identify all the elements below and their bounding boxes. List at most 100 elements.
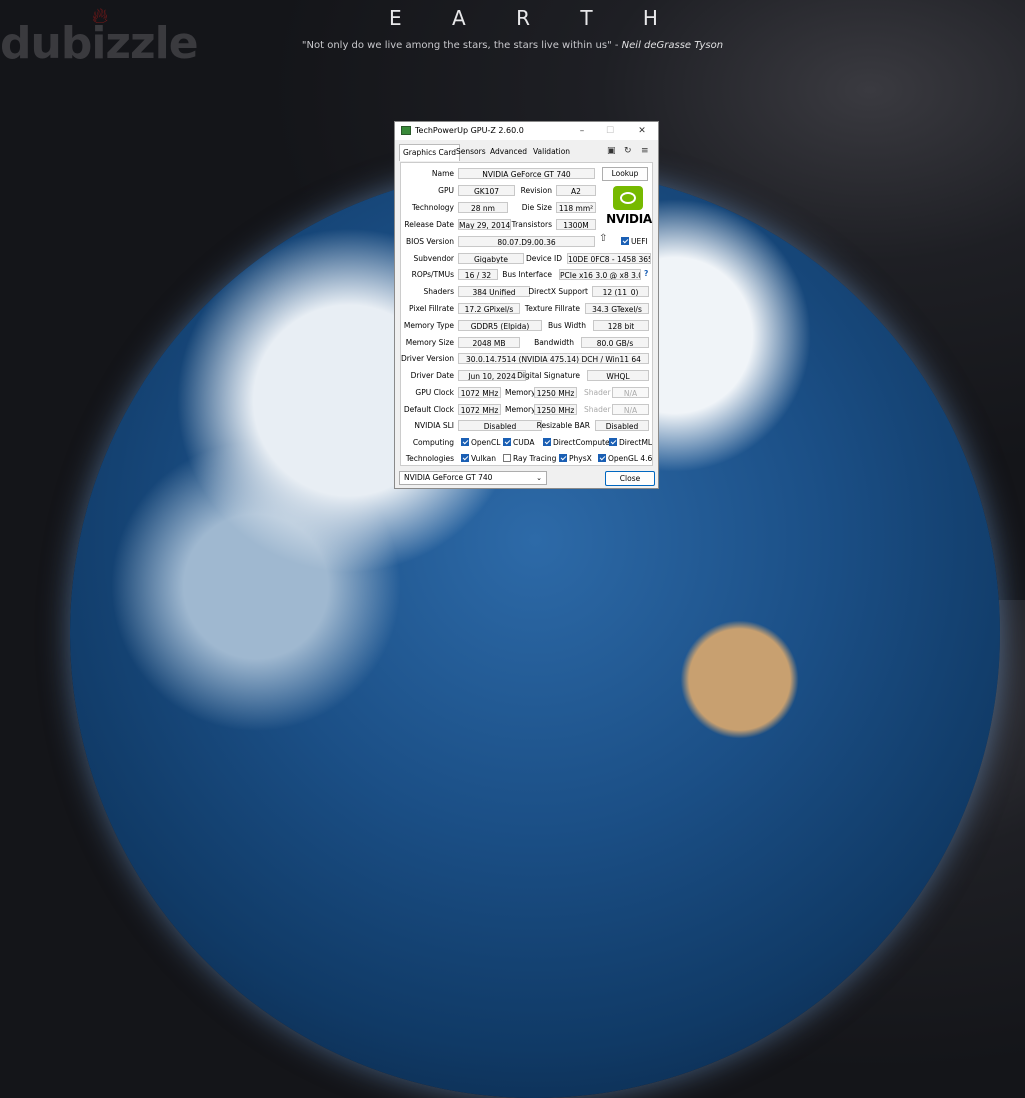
cuda-check-box[interactable] xyxy=(503,438,511,446)
name-label: Name xyxy=(431,169,454,178)
ray-tracing-checkbox[interactable]: Ray Tracing xyxy=(503,454,556,463)
gpu-select-value: NVIDIA GeForce GT 740 xyxy=(404,473,493,482)
gpu-clock-label: GPU Clock xyxy=(415,388,454,397)
app-icon xyxy=(401,126,411,135)
technology-value: 28 nm xyxy=(458,202,508,213)
subvendor-label: Subvendor xyxy=(413,254,454,263)
nvidia-logo-text: NVIDIA xyxy=(606,212,652,226)
chevron-down-icon: ⌄ xyxy=(536,474,542,482)
default-clock-shader-value: N/A xyxy=(612,404,649,415)
release-date-label: Release Date xyxy=(404,220,454,229)
directcompute-checkbox[interactable]: DirectCompute xyxy=(543,438,610,447)
graphics-card-panel: Name NVIDIA GeForce GT 740 Lookup GPU GK… xyxy=(400,162,653,466)
camera-icon[interactable]: ▣ xyxy=(607,146,616,156)
window-title: TechPowerUp GPU-Z 2.60.0 xyxy=(415,126,524,135)
gpu-clock-shader-label: Shader xyxy=(584,388,611,397)
tab-advanced[interactable]: Advanced xyxy=(487,144,530,160)
die-size-value: 118 mm² xyxy=(556,202,596,213)
device-id-value: 10DE 0FC8 - 1458 365D xyxy=(567,253,651,264)
computing-label: Computing xyxy=(412,438,454,447)
shaders-value: 384 Unified xyxy=(458,286,530,297)
gpu-label: GPU xyxy=(438,186,454,195)
technologies-label: Technologies xyxy=(405,454,454,463)
uefi-check-box[interactable] xyxy=(621,237,629,245)
minimize-button[interactable]: – xyxy=(571,124,593,138)
tab-graphics-card[interactable]: Graphics Card xyxy=(399,144,461,161)
pixel-fillrate-label: Pixel Fillrate xyxy=(409,304,454,313)
memory-size-label: Memory Size xyxy=(405,338,454,347)
technology-label: Technology xyxy=(411,203,454,212)
digital-signature-value: WHQL xyxy=(587,370,649,381)
opengl-checkbox[interactable]: OpenGL 4.6 xyxy=(598,454,652,463)
nvidia-sli-label: NVIDIA SLI xyxy=(414,421,454,430)
bios-value: 80.07.D9.00.36 xyxy=(458,236,595,247)
default-clock-memory-value: 1250 MHz xyxy=(534,404,577,415)
pixel-fillrate-value: 17.2 GPixel/s xyxy=(458,303,520,314)
driver-version-label: Driver Version xyxy=(400,354,454,363)
default-clock-label: Default Clock xyxy=(403,405,454,414)
vulkan-check-box[interactable] xyxy=(461,454,469,462)
tab-bar: Graphics Card Sensors Advanced Validatio… xyxy=(395,144,658,161)
physx-check-box[interactable] xyxy=(559,454,567,462)
directml-check-box[interactable] xyxy=(609,438,617,446)
nvidia-logo: NVIDIA xyxy=(601,186,657,228)
rops-value: 16 / 32 xyxy=(458,269,498,280)
memory-type-value: GDDR5 (Elpida) xyxy=(458,320,542,331)
directml-checkbox[interactable]: DirectML xyxy=(609,438,652,447)
revision-value: A2 xyxy=(556,185,596,196)
bios-label: BIOS Version xyxy=(406,237,454,246)
window-titlebar[interactable]: TechPowerUp GPU-Z 2.60.0 – ☐ ✕ xyxy=(395,122,658,140)
gpu-clock-memory-label: Memory xyxy=(505,388,536,397)
tab-validation[interactable]: Validation xyxy=(530,144,573,160)
vulkan-checkbox[interactable]: Vulkan xyxy=(461,454,496,463)
opengl-check-box[interactable] xyxy=(598,454,606,462)
directx-value: 12 (11_0) xyxy=(592,286,649,297)
opencl-checkbox[interactable]: OpenCL xyxy=(461,438,500,447)
gpu-value: GK107 xyxy=(458,185,515,196)
physx-checkbox[interactable]: PhysX xyxy=(559,454,592,463)
cuda-checkbox[interactable]: CUDA xyxy=(503,438,535,447)
default-clock-shader-label: Shader xyxy=(584,405,611,414)
uefi-checkbox[interactable]: UEFI xyxy=(621,237,648,246)
bus-help-icon[interactable]: ? xyxy=(644,269,648,278)
texture-fillrate-label: Texture Fillrate xyxy=(524,304,580,313)
directcompute-check-box[interactable] xyxy=(543,438,551,446)
menu-icon[interactable]: ≡ xyxy=(641,146,649,156)
shaders-label: Shaders xyxy=(423,287,454,296)
gpuz-window: TechPowerUp GPU-Z 2.60.0 – ☐ ✕ Graphics … xyxy=(394,121,659,489)
release-date-value: May 29, 2014 xyxy=(458,219,511,230)
bus-interface-label: Bus Interface xyxy=(502,270,552,279)
bus-width-label: Bus Width xyxy=(548,321,586,330)
wallpaper-quote: "Not only do we live among the stars, th… xyxy=(301,40,724,51)
die-size-label: Die Size xyxy=(521,203,552,212)
tab-sensors[interactable]: Sensors xyxy=(453,144,489,160)
memory-type-label: Memory Type xyxy=(403,321,454,330)
nvidia-sli-value: Disabled xyxy=(458,420,542,431)
close-window-button[interactable]: ✕ xyxy=(631,124,653,138)
device-id-label: Device ID xyxy=(525,254,562,263)
bandwidth-value: 80.0 GB/s xyxy=(581,337,649,348)
share-icon[interactable]: ⇧ xyxy=(599,233,607,244)
gpu-select[interactable]: NVIDIA GeForce GT 740 ⌄ xyxy=(399,471,547,485)
rops-label: ROPs/TMUs xyxy=(411,270,454,279)
lookup-button[interactable]: Lookup xyxy=(602,167,648,181)
close-button[interactable]: Close xyxy=(605,471,655,486)
ray-tracing-check-box[interactable] xyxy=(503,454,511,462)
digital-signature-label: Digital Signature xyxy=(517,371,580,380)
memory-size-value: 2048 MB xyxy=(458,337,520,348)
default-clock-value: 1072 MHz xyxy=(458,404,501,415)
driver-version-value: 30.0.14.7514 (NVIDIA 475.14) DCH / Win11… xyxy=(458,353,649,364)
gpu-clock-memory-value: 1250 MHz xyxy=(534,387,577,398)
transistors-label: Transistors xyxy=(511,220,552,229)
revision-label: Revision xyxy=(520,186,552,195)
driver-date-value: Jun 10, 2024 xyxy=(458,370,526,381)
name-value: NVIDIA GeForce GT 740 xyxy=(458,168,595,179)
subvendor-value: Gigabyte xyxy=(458,253,524,264)
gpu-clock-shader-value: N/A xyxy=(612,387,649,398)
resizable-bar-label: Resizable BAR xyxy=(536,421,590,430)
opencl-check-box[interactable] xyxy=(461,438,469,446)
maximize-button[interactable]: ☐ xyxy=(599,124,621,138)
nvidia-eye-icon xyxy=(613,186,643,210)
refresh-icon[interactable]: ↻ xyxy=(624,146,632,156)
driver-date-label: Driver Date xyxy=(410,371,454,380)
